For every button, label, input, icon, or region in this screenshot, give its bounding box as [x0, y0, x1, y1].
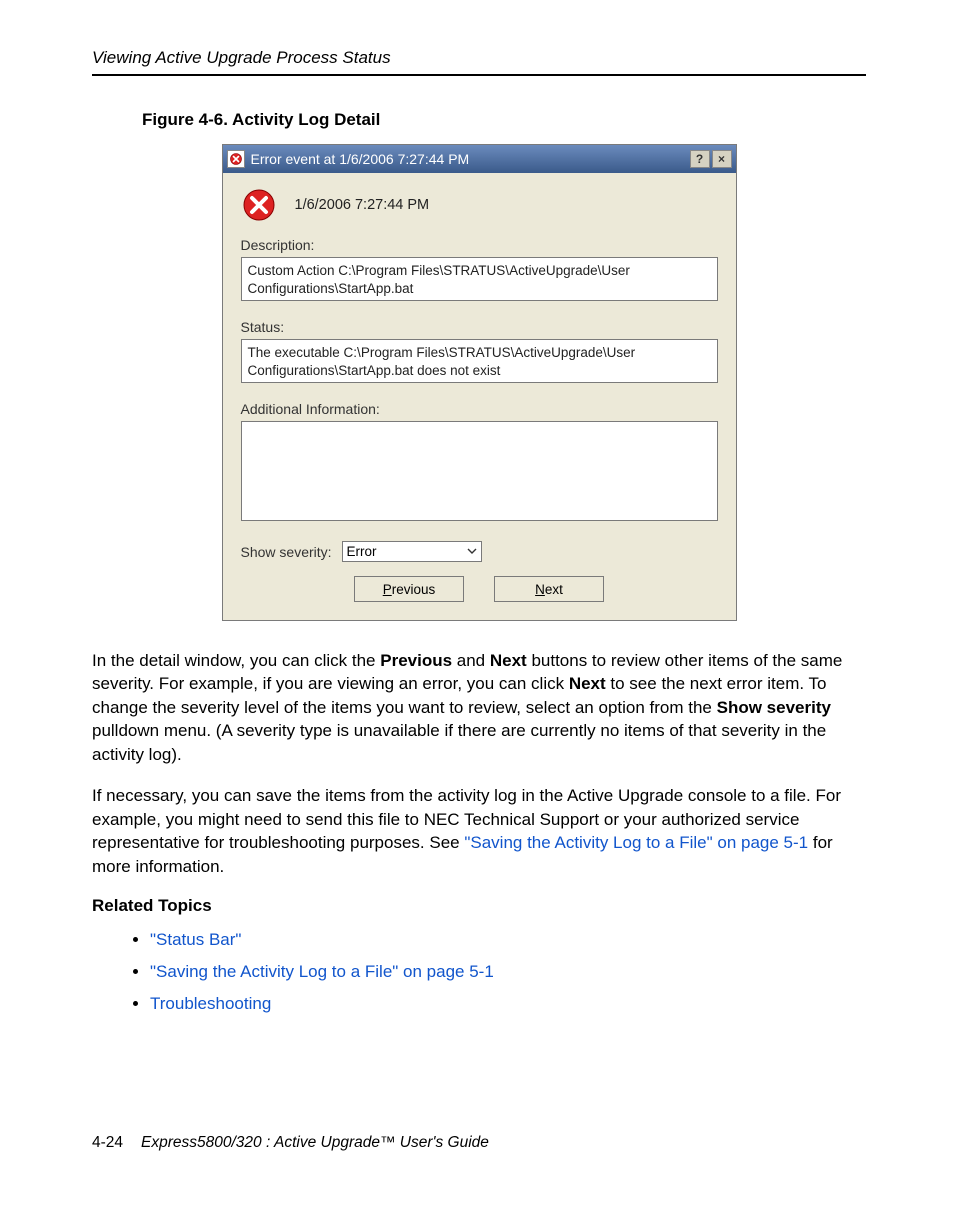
show-severity-select[interactable]: Error	[342, 541, 482, 562]
body-paragraph-1: In the detail window, you can click the …	[92, 649, 866, 766]
link-saving-activity-log-2[interactable]: "Saving the Activity Log to a File" on p…	[150, 962, 494, 981]
additional-info-text	[241, 421, 718, 521]
figure-caption: Figure 4-6. Activity Log Detail	[142, 110, 866, 130]
next-button[interactable]: Next	[494, 576, 604, 602]
next-underline: N	[535, 582, 545, 597]
error-x-icon	[227, 150, 245, 168]
related-topics-heading: Related Topics	[92, 896, 866, 916]
list-item: Troubleshooting	[150, 994, 866, 1014]
error-event-dialog: Error event at 1/6/2006 7:27:44 PM ? × 1…	[222, 144, 737, 621]
help-button[interactable]: ?	[690, 150, 710, 168]
footer-title: Express5800/320 : Active Upgrade™ User's…	[141, 1134, 489, 1152]
dialog-title: Error event at 1/6/2006 7:27:44 PM	[251, 151, 690, 167]
p1-bold-next: Next	[490, 651, 527, 670]
chevron-down-icon	[467, 544, 477, 559]
error-icon	[241, 187, 277, 223]
p1-bold-previous: Previous	[380, 651, 452, 670]
next-rest: ext	[545, 582, 563, 597]
body-paragraph-2: If necessary, you can save the items fro…	[92, 784, 866, 878]
related-topics-list: "Status Bar" "Saving the Activity Log to…	[92, 930, 866, 1014]
dialog-screenshot: Error event at 1/6/2006 7:27:44 PM ? × 1…	[92, 144, 866, 621]
link-troubleshooting[interactable]: Troubleshooting	[150, 994, 271, 1013]
list-item: "Saving the Activity Log to a File" on p…	[150, 962, 866, 982]
header-rule	[92, 74, 866, 76]
status-label: Status:	[241, 319, 718, 335]
show-severity-value: Error	[347, 544, 377, 559]
p1-text-i: pulldown menu. (A severity type is unava…	[92, 721, 826, 763]
description-label: Description:	[241, 237, 718, 253]
status-text: The executable C:\Program Files\STRATUS\…	[241, 339, 718, 383]
dialog-titlebar: Error event at 1/6/2006 7:27:44 PM ? ×	[223, 145, 736, 173]
close-button[interactable]: ×	[712, 150, 732, 168]
description-text: Custom Action C:\Program Files\STRATUS\A…	[241, 257, 718, 301]
show-severity-label: Show severity:	[241, 544, 332, 560]
p1-bold-showsev: Show severity	[717, 698, 831, 717]
p1-bold-next2: Next	[569, 674, 606, 693]
page-number: 4-24	[92, 1134, 123, 1152]
previous-rest: revious	[392, 582, 436, 597]
dialog-body: 1/6/2006 7:27:44 PM Description: Custom …	[223, 173, 736, 620]
list-item: "Status Bar"	[150, 930, 866, 950]
additional-info-label: Additional Information:	[241, 401, 718, 417]
link-saving-activity-log[interactable]: "Saving the Activity Log to a File" on p…	[464, 833, 808, 852]
running-header: Viewing Active Upgrade Process Status	[92, 48, 866, 68]
p1-text-a: In the detail window, you can click the	[92, 651, 380, 670]
page-footer: 4-24 Express5800/320 : Active Upgrade™ U…	[92, 1134, 866, 1152]
event-timestamp: 1/6/2006 7:27:44 PM	[295, 197, 430, 213]
previous-underline: P	[383, 582, 392, 597]
p1-text-c: and	[452, 651, 490, 670]
previous-button[interactable]: Previous	[354, 576, 464, 602]
link-status-bar[interactable]: "Status Bar"	[150, 930, 241, 949]
